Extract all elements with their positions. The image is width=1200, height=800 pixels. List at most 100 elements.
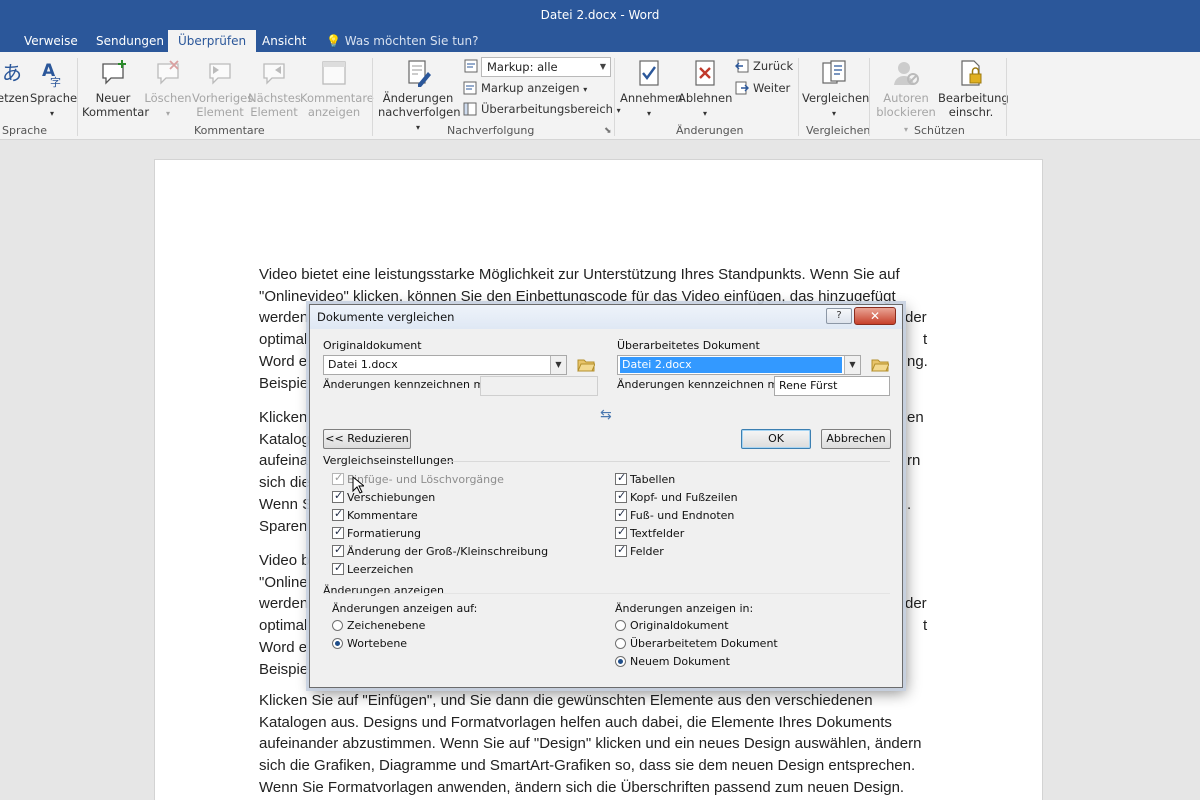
checkbox-box[interactable]: [332, 543, 344, 557]
next-change-button[interactable]: Weiter: [735, 79, 790, 97]
tab-verweise[interactable]: Verweise: [14, 30, 88, 52]
radio-dot[interactable]: [332, 638, 343, 649]
radio-dot[interactable]: [615, 620, 626, 631]
radio-new-document[interactable]: Neuem Dokument: [615, 655, 730, 669]
new-comment-button[interactable]: Neuer Kommentar: [82, 58, 149, 119]
language-button[interactable]: A字 Sprache ▾: [30, 58, 77, 121]
checkbox-box[interactable]: [332, 561, 344, 575]
checkbox-box[interactable]: [615, 543, 627, 557]
help-button[interactable]: ?: [826, 308, 852, 324]
group-divider: [77, 58, 78, 136]
checkbox-white-space[interactable]: Leerzeichen: [332, 561, 413, 577]
checkbox-case-changes[interactable]: Änderung der Groß-/Kleinschreibung: [332, 543, 548, 559]
reduce-button[interactable]: << Reduzieren: [323, 429, 411, 449]
revised-mark-input[interactable]: Rene Fürst: [774, 376, 890, 396]
close-button[interactable]: ✕: [854, 307, 896, 325]
group-aenderungen: Änderungen: [676, 124, 744, 137]
paragraph-4[interactable]: Klicken Sie auf "Einfügen", und Sie dann…: [259, 690, 949, 799]
next-comment-label-2: Element: [250, 105, 298, 119]
checkbox-footnotes-endnotes[interactable]: Fuß- und Endnoten: [615, 507, 735, 523]
previous-change-icon: [735, 59, 749, 73]
delete-comment-button[interactable]: Löschen ▾: [144, 58, 192, 121]
radio-original-document[interactable]: Originaldokument: [615, 619, 729, 633]
reject-button[interactable]: Ablehnen ▾: [678, 58, 732, 121]
markup-combo[interactable]: Markup: alle ▼: [481, 57, 611, 77]
dialog-title[interactable]: Dokumente vergleichen: [310, 305, 902, 329]
checkbox-box[interactable]: [332, 471, 344, 485]
next-change-label: Weiter: [753, 81, 791, 95]
ribbon: あ etzen A字 Sprache ▾ Sprache Neuer Komment…: [0, 52, 1200, 140]
checkbox-label: Felder: [630, 545, 664, 558]
radio-dot[interactable]: [332, 620, 343, 631]
checkbox-box[interactable]: [332, 525, 344, 539]
revised-document-combo[interactable]: Datei 2.docx ▼: [617, 355, 861, 375]
svg-text:あ: あ: [2, 61, 22, 85]
checkbox-formatting[interactable]: Formatierung: [332, 525, 421, 541]
show-comments-icon: [322, 61, 346, 85]
radio-label: Wortebene: [347, 637, 408, 650]
previous-comment-button[interactable]: Vorheriges Element: [192, 58, 253, 119]
paragraph-3-right: der t: [903, 550, 943, 637]
radio-dot[interactable]: [615, 656, 626, 667]
checkbox-box[interactable]: [615, 471, 627, 485]
swap-documents-icon[interactable]: ⇆: [600, 407, 612, 423]
track-changes-button[interactable]: Änderungen nachverfolgen ▾: [378, 58, 461, 135]
show-comments-button[interactable]: Kommentare anzeigen: [300, 58, 374, 119]
checkbox-textboxes[interactable]: Textfelder: [615, 525, 684, 541]
tell-me-label: Was möchten Sie tun?: [344, 34, 479, 48]
tab-ueberpruefen[interactable]: Überprüfen: [168, 30, 257, 52]
folder-open-icon[interactable]: [871, 358, 889, 372]
dialog-launcher-icon[interactable]: ⬊: [604, 126, 612, 136]
track-changes-label-1: Änderungen: [382, 91, 454, 105]
radio-word-level[interactable]: Wortebene: [332, 637, 407, 651]
checkbox-comments[interactable]: Kommentare: [332, 507, 418, 523]
show-markup-button[interactable]: Markup anzeigen ▾: [463, 79, 587, 97]
tell-me-search[interactable]: 💡 Was möchten Sie tun?: [326, 30, 478, 52]
checkbox-box[interactable]: [615, 507, 627, 521]
chevron-down-icon[interactable]: ▼: [550, 356, 566, 374]
translate-button[interactable]: あ etzen: [0, 58, 30, 105]
delete-comment-icon: [157, 60, 179, 85]
compare-label: Vergleichen: [802, 91, 870, 105]
radio-dot[interactable]: [615, 638, 626, 649]
block-authors-icon: [894, 62, 919, 85]
checkbox-box[interactable]: [615, 525, 627, 539]
next-comment-button[interactable]: Nächstes Element: [248, 58, 301, 119]
group-divider: [869, 58, 870, 136]
checkbox-box[interactable]: [615, 489, 627, 503]
checkbox-fields[interactable]: Felder: [615, 543, 664, 559]
show-markup-icon: [463, 81, 477, 95]
chevron-down-icon[interactable]: ▼: [844, 356, 860, 374]
accept-button[interactable]: Annehmen ▾: [620, 58, 682, 121]
folder-open-icon[interactable]: [577, 358, 595, 372]
group-divider: [372, 58, 373, 136]
section-divider: [323, 593, 890, 594]
text-line: t: [923, 617, 928, 635]
text-line: t: [923, 331, 928, 349]
revised-mark-label: Änderungen kennzeichnen mit: [617, 378, 786, 391]
previous-change-button[interactable]: Zurück: [735, 57, 793, 75]
ok-button[interactable]: OK: [741, 429, 811, 449]
compare-button[interactable]: Vergleichen ▾: [802, 58, 870, 121]
checkbox-tables[interactable]: Tabellen: [615, 471, 675, 487]
checkbox-box[interactable]: [332, 489, 344, 503]
original-document-value: Datei 1.docx: [328, 358, 398, 371]
tab-sendungen[interactable]: Sendungen: [86, 30, 174, 52]
checkbox-label: Fuß- und Endnoten: [630, 509, 735, 522]
original-mark-input[interactable]: [480, 376, 598, 396]
radio-character-level[interactable]: Zeichenebene: [332, 619, 425, 633]
radio-revised-document[interactable]: Überarbeitetem Dokument: [615, 637, 778, 651]
checkbox-box[interactable]: [332, 507, 344, 521]
review-pane-button[interactable]: Überarbeitungsbereich ▾: [463, 100, 621, 118]
original-document-combo[interactable]: Datei 1.docx ▼: [323, 355, 567, 375]
restrict-editing-button[interactable]: Bearbeitung einschr.: [938, 58, 1009, 119]
cancel-button[interactable]: Abbrechen: [821, 429, 891, 449]
tab-ansicht[interactable]: Ansicht: [252, 30, 316, 52]
checkbox-moves[interactable]: Verschiebungen: [332, 489, 435, 505]
checkbox-label: Kopf- und Fußzeilen: [630, 491, 738, 504]
language-icon: A字: [42, 61, 61, 88]
checkbox-headers-footers[interactable]: Kopf- und Fußzeilen: [615, 489, 738, 505]
text-line: der: [905, 309, 927, 327]
revised-document-value: Datei 2.docx: [620, 357, 842, 373]
text-line: [903, 550, 943, 572]
